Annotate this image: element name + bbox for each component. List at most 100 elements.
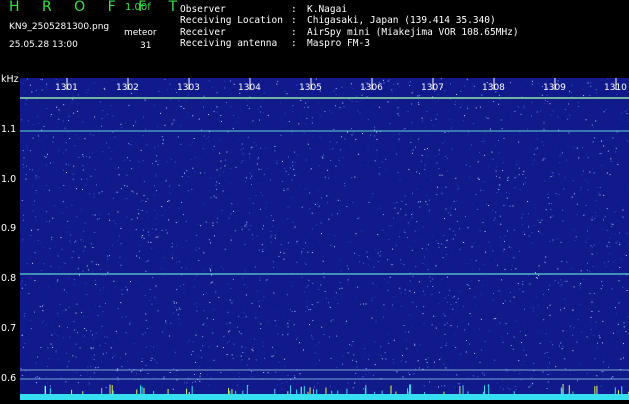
noise-speckle [553,325,554,326]
noise-speckle [608,261,609,262]
noise-speckle [312,228,313,229]
noise-speckle [174,303,175,304]
noise-speckle [379,107,380,108]
noise-speckle [445,132,446,133]
noise-speckle [204,136,205,137]
noise-speckle [472,246,473,247]
noise-speckle [176,289,177,290]
noise-speckle [226,102,227,103]
noise-speckle [194,172,195,173]
noise-speckle [462,132,463,133]
noise-speckle [103,354,104,355]
noise-speckle [347,265,348,266]
noise-speckle [522,284,523,285]
noise-speckle [262,228,263,229]
noise-speckle [291,286,292,287]
noise-speckle [257,164,258,165]
noise-speckle [509,193,510,194]
noise-speckle [262,342,263,343]
noise-speckle [319,206,320,207]
noise-speckle [147,328,148,329]
noise-speckle [518,360,519,361]
noise-speckle [470,166,471,167]
noise-speckle [349,277,350,278]
noise-speckle [233,344,234,345]
noise-speckle [226,152,227,153]
noise-speckle [612,235,613,236]
noise-speckle [343,355,344,356]
noise-speckle [107,337,108,338]
noise-speckle [222,210,223,211]
noise-speckle [188,190,189,191]
noise-speckle [139,251,140,252]
noise-speckle [519,289,520,290]
noise-speckle [312,120,313,121]
noise-speckle [59,187,60,188]
noise-speckle [139,240,140,241]
noise-speckle [519,168,520,169]
noise-speckle [476,107,477,108]
noise-speckle [249,229,250,230]
noise-speckle [452,361,453,362]
noise-speckle [542,160,543,161]
noise-speckle [594,137,595,138]
noise-speckle [92,261,93,262]
noise-speckle [288,375,289,376]
noise-speckle [134,343,135,344]
noise-speckle [121,289,122,290]
noise-speckle [260,277,261,278]
noise-speckle [547,101,548,102]
noise-speckle [127,290,128,291]
noise-speckle [371,318,372,319]
noise-speckle [354,177,355,178]
noise-speckle [481,294,482,295]
noise-speckle [156,190,157,191]
noise-speckle [173,253,174,254]
noise-speckle [388,101,389,102]
noise-speckle [485,341,486,342]
noise-speckle [295,162,296,163]
noise-speckle [306,287,307,288]
noise-speckle [431,120,432,121]
noise-speckle [93,126,94,127]
noise-speckle [174,301,175,302]
noise-speckle [208,136,209,137]
noise-speckle [230,300,231,301]
noise-speckle [180,144,181,145]
noise-speckle [72,179,73,180]
noise-speckle [158,164,159,165]
noise-speckle [536,297,537,298]
noise-speckle [180,324,181,325]
noise-speckle [519,107,520,108]
noise-speckle [36,190,37,191]
noise-speckle [209,347,210,348]
noise-speckle [348,268,349,269]
noise-speckle [192,115,193,116]
noise-speckle [174,352,175,353]
noise-speckle [580,285,581,286]
noise-speckle [374,136,375,137]
noise-speckle [466,164,467,165]
noise-speckle [329,305,330,306]
noise-speckle [389,123,390,124]
noise-speckle [158,145,159,146]
noise-speckle [66,172,67,173]
noise-speckle [540,343,541,344]
noise-speckle [531,102,532,103]
noise-speckle [572,335,573,336]
noise-speckle [547,388,548,389]
noise-speckle [176,257,177,258]
noise-speckle [485,231,486,232]
noise-speckle [38,282,39,283]
info-row-observer: Observer:K.Nagai [180,4,519,15]
noise-speckle [521,380,522,381]
noise-speckle [408,82,409,83]
noise-speckle [458,383,459,384]
noise-speckle [271,242,272,243]
noise-speckle [580,364,581,365]
noise-speckle [46,324,47,325]
noise-speckle [173,313,174,314]
noise-speckle [299,113,300,114]
noise-speckle [275,372,276,373]
noise-speckle [601,140,602,141]
